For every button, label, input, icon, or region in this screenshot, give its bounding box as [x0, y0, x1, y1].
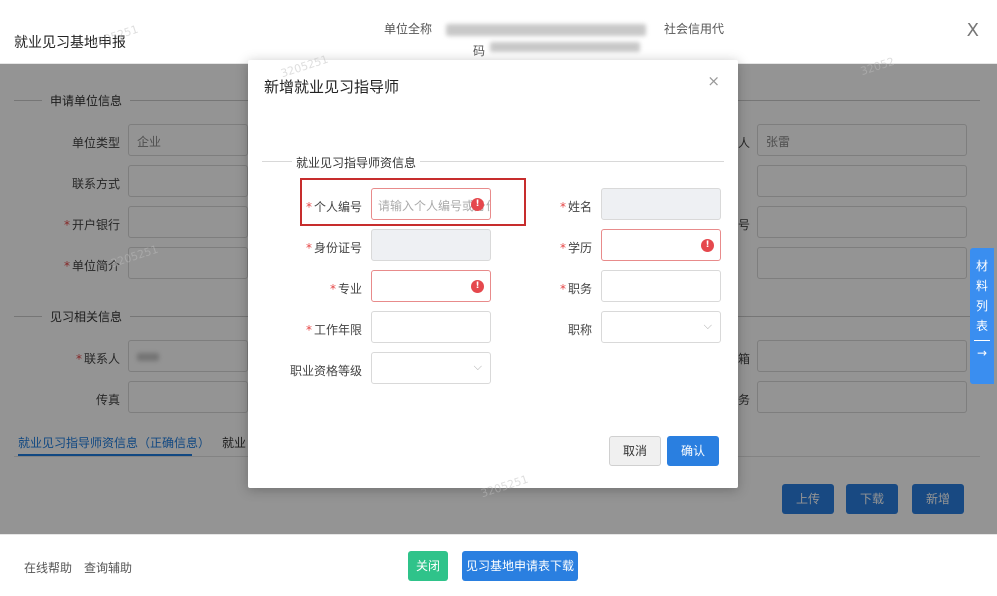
error-icon: !: [701, 239, 714, 252]
cancel-button[interactable]: 取消: [609, 436, 661, 466]
close-icon[interactable]: X: [967, 20, 979, 41]
name-input[interactable]: [601, 188, 721, 220]
query-help-link[interactable]: 查询辅助: [84, 559, 132, 576]
qualification-select[interactable]: ⌵: [371, 352, 491, 384]
online-help-link[interactable]: 在线帮助: [24, 559, 72, 576]
label-id-card: * 身份证号: [305, 241, 362, 255]
dialog-close-icon[interactable]: ×: [707, 72, 720, 90]
arrow-right-icon: →: [974, 340, 990, 363]
confirm-button[interactable]: 确认: [667, 436, 719, 466]
unit-name-value-blurred-2: [490, 42, 640, 52]
dialog-section-title: 就业见习指导师资信息: [292, 154, 421, 171]
label-position: * 职务: [559, 282, 592, 296]
label-name: * 姓名: [559, 200, 592, 214]
major-input[interactable]: !: [371, 270, 491, 302]
label-work-years: * 工作年限: [305, 323, 362, 337]
label-education: * 学历: [559, 241, 592, 255]
label-title: 职称: [567, 323, 592, 337]
label-personal-id: * 个人编号: [305, 200, 362, 214]
footer-bar: 在线帮助 查询辅助 关闭 见习基地申请表下载: [0, 534, 997, 596]
label-qualification: 职业资格等级: [289, 364, 362, 378]
chevron-down-icon: ⌵: [703, 319, 712, 332]
work-years-input[interactable]: [371, 311, 491, 343]
credit-code-label-cont: 码: [473, 44, 486, 58]
window-header: 就业见习基地申报 单位全称 社会信用代 码 X: [0, 0, 997, 64]
id-card-input[interactable]: [371, 229, 491, 261]
close-button[interactable]: 关闭: [408, 551, 448, 581]
download-application-button[interactable]: 见习基地申请表下载: [462, 551, 578, 581]
title-select[interactable]: ⌵: [601, 311, 721, 343]
education-select[interactable]: !: [601, 229, 721, 261]
add-mentor-dialog: 新增就业见习指导师 × 就业见习指导师资信息 *个人编号 请输入个人编号或身份证…: [248, 60, 738, 488]
chevron-down-icon: ⌵: [473, 360, 482, 373]
credit-code-label: 社会信用代: [664, 22, 725, 36]
label-major: * 专业: [329, 282, 362, 296]
dialog-title: 新增就业见习指导师: [264, 78, 400, 96]
material-list-tab[interactable]: 材 料 列 表 →: [970, 248, 994, 384]
window-title: 就业见习基地申报: [14, 35, 126, 51]
personal-id-input[interactable]: 请输入个人编号或身份证号 !: [371, 188, 491, 220]
unit-name-label: 单位全称: [384, 22, 433, 36]
position-input[interactable]: [601, 270, 721, 302]
unit-name-value-blurred: [446, 24, 646, 36]
